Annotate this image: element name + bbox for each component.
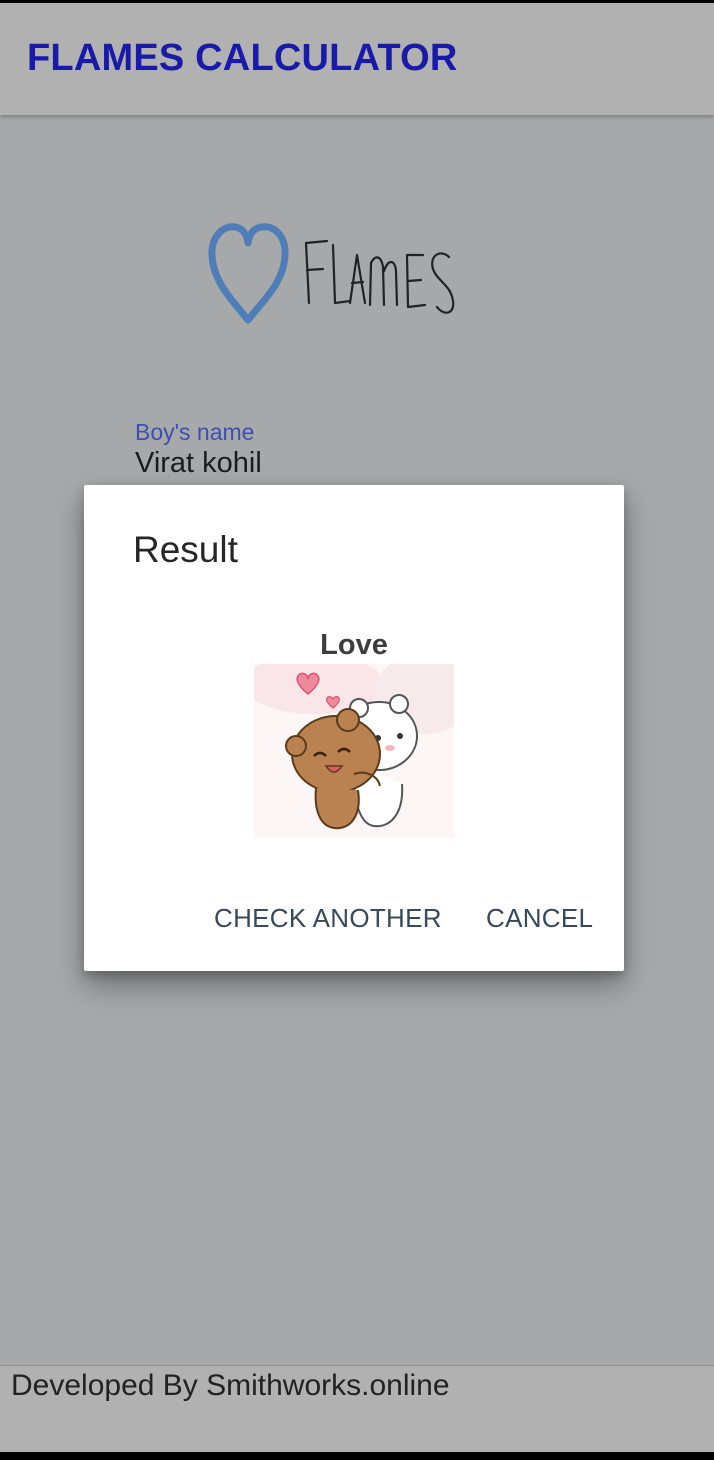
check-another-button[interactable]: CHECK ANOTHER — [214, 903, 442, 934]
result-value: Love — [320, 629, 388, 661]
app-screen: FLAMES CALCULATOR Boy's name Virat kohil — [0, 3, 714, 1452]
app-title: FLAMES CALCULATOR — [27, 37, 458, 79]
hugging-bears-sticker — [244, 654, 474, 838]
footer-credit: Developed By Smithworks.online — [11, 1369, 450, 1402]
dialog-title: Result — [133, 529, 238, 570]
flames-wordmark — [304, 239, 455, 314]
result-dialog: Result Love CHECK ANOTHER CANCEL — [84, 485, 624, 971]
boys-name-label: Boy's name — [135, 419, 255, 445]
app-bar: FLAMES CALCULATOR — [0, 3, 714, 115]
heart-icon — [208, 223, 289, 324]
cancel-button[interactable]: CANCEL — [486, 903, 593, 934]
boys-name-input[interactable]: Virat kohil — [135, 447, 262, 480]
footer: Developed By Smithworks.online — [0, 1365, 714, 1452]
flames-logo — [205, 215, 465, 335]
